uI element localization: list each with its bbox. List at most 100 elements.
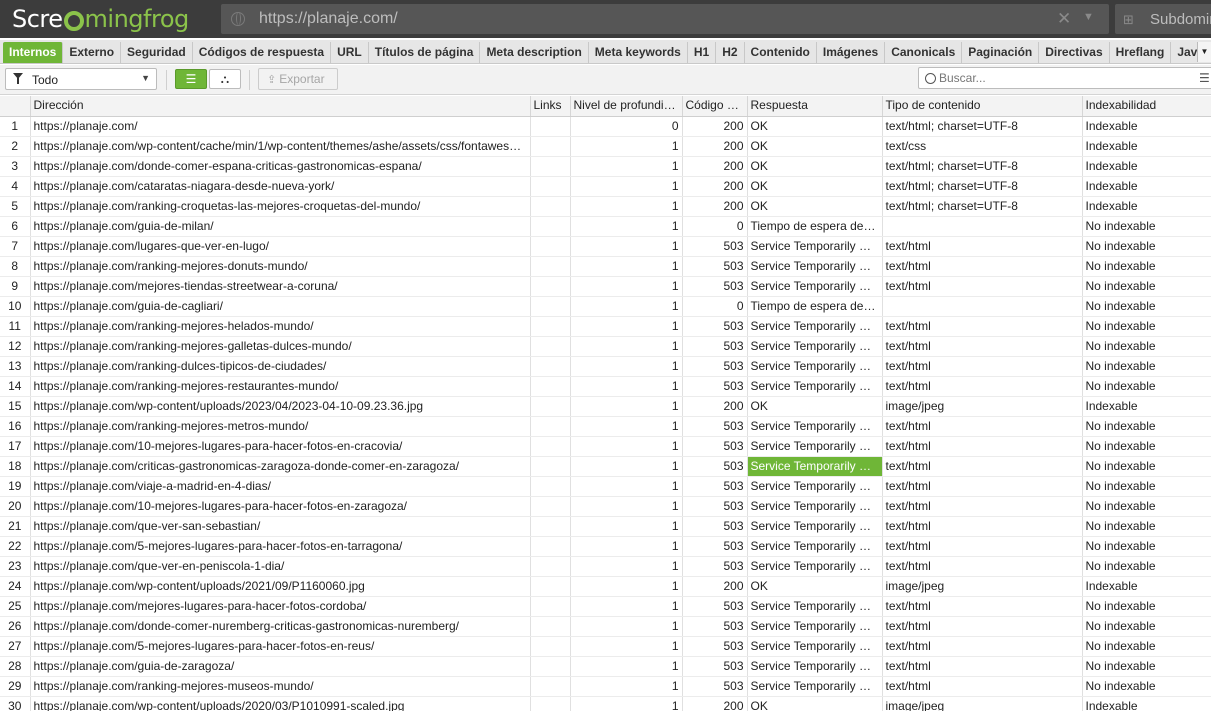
table-cell[interactable]: 1 [570,356,683,377]
table-cell[interactable]: text/html [882,416,1083,437]
column-header[interactable]: Indexabilidad [1082,96,1211,117]
table-cell[interactable]: text/html; charset=UTF-8 [882,176,1083,197]
table-cell[interactable]: Service Temporarily Unavailable [747,376,883,397]
column-header[interactable]: Dirección [30,96,531,117]
table-cell[interactable] [530,176,571,197]
table-row[interactable]: 19 https://planaje.com/viaje-a-madrid-en-… [0,476,1211,497]
table-cell[interactable]: Service Temporarily Unavailable [747,496,883,517]
url-text[interactable]: https://planaje.com/ [259,10,398,28]
table-cell[interactable]: text/html [882,456,1083,477]
table-cell[interactable]: https://planaje.com/10-mejores-lugares-p… [30,496,531,517]
table-cell[interactable]: No indexable [1082,596,1211,617]
table-cell[interactable]: text/html [882,676,1083,697]
table-cell[interactable]: No indexable [1082,336,1211,357]
table-cell[interactable]: OK [747,116,883,137]
table-cell[interactable]: text/html [882,376,1083,397]
tab-item[interactable]: Canonicals [885,42,963,63]
table-row[interactable]: 10 https://planaje.com/guia-de-cagliari/1… [0,296,1211,317]
table-row[interactable]: 27 https://planaje.com/5-mejores-lugares-… [0,636,1211,657]
table-cell[interactable]: 14 [0,376,31,397]
table-cell[interactable]: text/html [882,436,1083,457]
table-cell[interactable]: 26 [0,616,31,637]
table-cell[interactable]: https://planaje.com/ranking-mejores-gall… [30,336,531,357]
table-cell[interactable]: 9 [0,276,31,297]
table-cell[interactable]: No indexable [1082,276,1211,297]
table-cell[interactable]: Tiempo de espera de conexión [747,296,883,317]
table-cell[interactable]: No indexable [1082,416,1211,437]
table-cell[interactable]: 0 [570,116,683,137]
table-cell[interactable]: Service Temporarily Unavailable [747,536,883,557]
table-cell[interactable]: text/html [882,476,1083,497]
table-row[interactable]: 28 https://planaje.com/guia-de-zaragoza/1… [0,656,1211,677]
tab-item[interactable]: Meta keywords [589,42,688,63]
tab-item[interactable]: Meta description [480,42,589,63]
table-cell[interactable]: No indexable [1082,456,1211,477]
table-cell[interactable]: https://planaje.com/mejores-lugares-para… [30,596,531,617]
table-cell[interactable]: text/html [882,356,1083,377]
table-cell[interactable]: 503 [682,556,748,577]
table-cell[interactable]: No indexable [1082,256,1211,277]
table-cell[interactable]: 503 [682,496,748,517]
table-cell[interactable]: text/html; charset=UTF-8 [882,156,1083,177]
table-cell[interactable]: 21 [0,516,31,537]
table-cell[interactable]: Service Temporarily Unavailable [747,256,883,277]
table-cell[interactable]: 1 [570,656,683,677]
table-cell[interactable]: text/html [882,316,1083,337]
tab-item[interactable]: Títulos de página [369,42,481,63]
table-cell[interactable]: No indexable [1082,536,1211,557]
table-cell[interactable]: 1 [570,236,683,257]
sliders-icon[interactable]: ☰ [1199,71,1210,85]
table-cell[interactable]: Service Temporarily Unavailable [747,416,883,437]
table-cell[interactable]: https://planaje.com/5-mejores-lugares-pa… [30,636,531,657]
table-cell[interactable]: 503 [682,636,748,657]
table-row[interactable]: 9 https://planaje.com/mejores-tiendas-str… [0,276,1211,297]
table-cell[interactable] [530,256,571,277]
table-cell[interactable]: Indexable [1082,396,1211,417]
table-cell[interactable]: https://planaje.com/ranking-mejores-hela… [30,316,531,337]
table-cell[interactable]: text/html [882,616,1083,637]
table-cell[interactable]: Service Temporarily Unavailable [747,556,883,577]
table-cell[interactable]: 503 [682,456,748,477]
table-cell[interactable]: 1 [570,456,683,477]
table-cell[interactable]: https://planaje.com/wp-content/uploads/2… [30,396,531,417]
table-cell[interactable]: 200 [682,576,748,597]
table-row[interactable]: 17 https://planaje.com/10-mejores-lugares… [0,436,1211,457]
table-row[interactable]: 25 https://planaje.com/mejores-lugares-pa… [0,596,1211,617]
table-cell[interactable] [530,656,571,677]
table-cell[interactable]: 2 [0,136,31,157]
table-cell[interactable]: https://planaje.com/ranking-mejores-rest… [30,376,531,397]
table-row[interactable]: 7 https://planaje.com/lugares-que-ver-en-… [0,236,1211,257]
table-cell[interactable]: OK [747,196,883,217]
table-cell[interactable]: Indexable [1082,696,1211,711]
table-cell[interactable]: 200 [682,156,748,177]
table-cell[interactable] [530,416,571,437]
table-cell[interactable]: text/html [882,336,1083,357]
table-cell[interactable]: text/html [882,636,1083,657]
table-cell[interactable]: 1 [570,256,683,277]
tab-item[interactable]: Externo [63,42,122,63]
table-cell[interactable]: 24 [0,576,31,597]
table-cell[interactable]: 1 [570,636,683,657]
table-cell[interactable]: Service Temporarily Unavailable [747,476,883,497]
tab-item[interactable]: Códigos de respuesta [193,42,332,63]
table-cell[interactable]: 1 [570,336,683,357]
tab-item[interactable]: Paginación [962,42,1040,63]
tree-view-button[interactable]: ⛬ [209,69,241,89]
table-cell[interactable]: Service Temporarily Unavailable [747,516,883,537]
table-cell[interactable]: 8 [0,256,31,277]
table-cell[interactable]: https://planaje.com/ranking-mejores-donu… [30,256,531,277]
table-cell[interactable]: 200 [682,396,748,417]
table-cell[interactable]: 1 [570,216,683,237]
table-cell[interactable]: No indexable [1082,376,1211,397]
table-cell[interactable]: No indexable [1082,236,1211,257]
table-cell[interactable]: https://planaje.com/ranking-dulces-tipic… [30,356,531,377]
table-cell[interactable]: 10 [0,296,31,317]
table-cell[interactable]: text/html [882,656,1083,677]
table-cell[interactable]: Service Temporarily Unavailable [747,656,883,677]
table-cell[interactable]: OK [747,156,883,177]
table-cell[interactable]: Service Temporarily Unavailable [747,676,883,697]
table-row[interactable]: 11 https://planaje.com/ranking-mejores-he… [0,316,1211,337]
table-row[interactable]: 23 https://planaje.com/que-ver-en-penisco… [0,556,1211,577]
table-cell[interactable]: text/html [882,516,1083,537]
table-cell[interactable]: 1 [570,616,683,637]
